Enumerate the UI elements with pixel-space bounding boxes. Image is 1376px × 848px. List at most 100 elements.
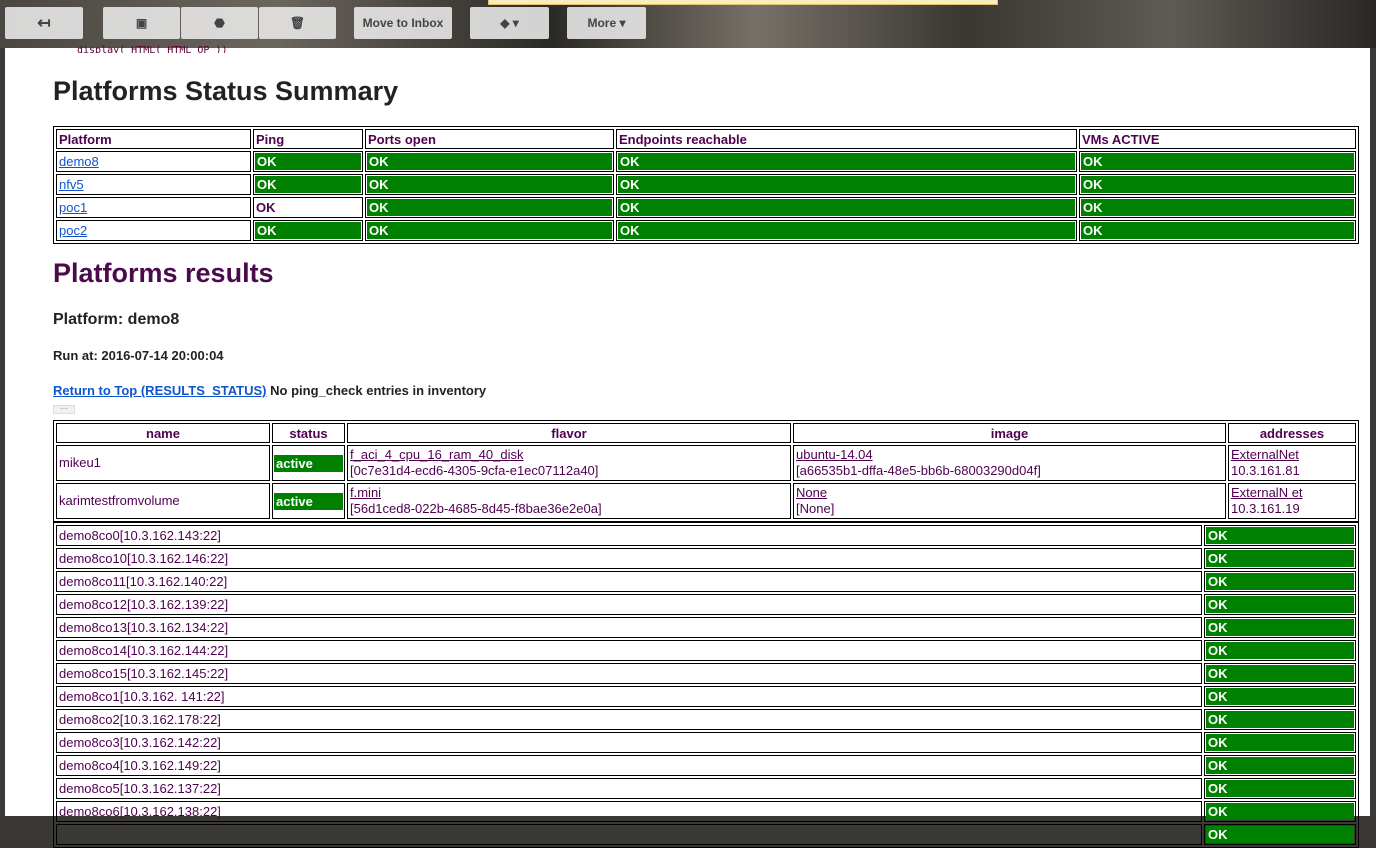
host-status: OK <box>1204 548 1356 569</box>
ok-badge: OK <box>1206 757 1354 774</box>
table-row: demo8co2[10.3.162.178:22] OK <box>56 709 1356 730</box>
table-row: nfv5 OK OK OK OK <box>56 174 1356 195</box>
ports-cell: OK <box>365 151 614 172</box>
ok-badge: OK <box>367 199 612 216</box>
host-status: OK <box>1204 755 1356 776</box>
col-platform: Platform <box>56 129 251 149</box>
col-endpoints: Endpoints reachable <box>616 129 1077 149</box>
platform-link[interactable]: demo8 <box>59 154 99 169</box>
reply-button[interactable]: ↤ <box>5 7 83 39</box>
col-flavor: flavor <box>347 423 791 443</box>
host-name: demo8co15[10.3.162.145:22] <box>56 663 1202 684</box>
ok-badge: OK <box>1206 688 1354 705</box>
col-status: status <box>272 423 345 443</box>
vm-name: mikeu1 <box>56 445 270 481</box>
return-to-top-link[interactable]: Return to Top (RESULTS_STATUS) <box>53 383 267 398</box>
more-label: More <box>587 16 617 30</box>
ping-cell: OK <box>253 151 363 172</box>
trash-icon: 🗑 <box>289 16 306 30</box>
host-name <box>56 824 1202 845</box>
ok-badge: OK <box>367 222 612 239</box>
ok-badge: OK <box>1206 573 1354 590</box>
platform-link[interactable]: poc1 <box>59 200 87 215</box>
table-row: poc2 OK OK OK OK <box>56 220 1356 241</box>
archive-icon: ▣ <box>135 16 148 30</box>
report-spam-button[interactable]: ⬣ <box>181 7 258 39</box>
host-name: demo8co11[10.3.162.140:22] <box>56 571 1202 592</box>
summary-table: Platform Ping Ports open Endpoints reach… <box>53 126 1359 244</box>
platform-heading: Platform: demo8 <box>53 311 180 328</box>
network-link[interactable]: ExternalN et <box>1231 485 1303 500</box>
ok-badge: OK <box>1206 527 1354 544</box>
col-addresses: addresses <box>1228 423 1356 443</box>
host-status: OK <box>1204 778 1356 799</box>
table-row: demo8co3[10.3.162.142:22] OK <box>56 732 1356 753</box>
host-name: demo8co12[10.3.162.139:22] <box>56 594 1202 615</box>
host-status: OK <box>1204 732 1356 753</box>
ok-badge: OK <box>255 222 361 239</box>
image-id: [a66535b1-dffa-48e5-bb6b-68003290d04f] <box>796 463 1041 478</box>
ok-badge: OK <box>1081 176 1354 193</box>
host-name: demo8co5[10.3.162.137:22] <box>56 778 1202 799</box>
ping-cell: OK <box>253 174 363 195</box>
platform-cell: poc1 <box>56 197 251 218</box>
email-body: display( HTML( HTML_OP )) Platforms Stat… <box>5 45 1370 848</box>
host-status: OK <box>1204 525 1356 546</box>
ping-cell: OK <box>253 220 363 241</box>
archive-button[interactable]: ▣ <box>103 7 180 39</box>
host-status: OK <box>1204 663 1356 684</box>
platform-cell: poc2 <box>56 220 251 241</box>
network-link[interactable]: ExternalNet <box>1231 447 1299 462</box>
ok-badge: OK <box>367 153 612 170</box>
ok-badge: OK <box>1206 734 1354 751</box>
delete-button[interactable]: 🗑 <box>259 7 336 39</box>
host-status: OK <box>1204 617 1356 638</box>
reply-icon: ↤ <box>37 15 51 32</box>
vms-cell: OK <box>1079 174 1356 195</box>
table-row: demo8co11[10.3.162.140:22] OK <box>56 571 1356 592</box>
table-row: demo8co15[10.3.162.145:22] OK <box>56 663 1356 684</box>
code-snippet: display( HTML( HTML_OP )) <box>77 45 228 53</box>
image-link[interactable]: None <box>796 485 827 500</box>
platform-cell: nfv5 <box>56 174 251 195</box>
ip-address: 10.3.161.19 <box>1231 501 1300 516</box>
vm-image: None [None] <box>793 483 1226 519</box>
host-name: demo8co13[10.3.162.134:22] <box>56 617 1202 638</box>
endpoints-cell: OK <box>616 174 1077 195</box>
table-row: demo8co4[10.3.162.149:22] OK <box>56 755 1356 776</box>
platform-link[interactable]: poc2 <box>59 223 87 238</box>
flavor-link[interactable]: f.mini <box>350 485 381 500</box>
table-row: demo8co10[10.3.162.146:22] OK <box>56 548 1356 569</box>
vm-image: ubuntu-14.04 [a66535b1-dffa-48e5-bb6b-680… <box>793 445 1226 481</box>
labels-button[interactable]: ◆ ▾ <box>470 7 549 39</box>
host-name: demo8co2[10.3.162.178:22] <box>56 709 1202 730</box>
image-link[interactable]: ubuntu-14.04 <box>796 447 873 462</box>
ok-badge: OK <box>1206 711 1354 728</box>
show-trimmed-button[interactable]: ··· <box>53 405 75 414</box>
table-row: mikeu1 active f_aci_4_cpu_16_ram_40_disk [0… <box>56 445 1356 481</box>
vm-flavor: f.mini [56d1ced8-022b-4685-8d45-f8bae36e2… <box>347 483 791 519</box>
flavor-id: [0c7e31d4-ecd6-4305-9cfa-e1ec07112a40] <box>350 463 599 478</box>
ok-badge: OK <box>255 153 361 170</box>
ok-badge: OK <box>1206 642 1354 659</box>
col-image: image <box>793 423 1226 443</box>
vm-flavor: f_aci_4_cpu_16_ram_40_disk [0c7e31d4-ecd6… <box>347 445 791 481</box>
flavor-link[interactable]: f_aci_4_cpu_16_ram_40_disk <box>350 447 523 462</box>
return-line: Return to Top (RESULTS_STATUS) No ping_c… <box>53 383 486 398</box>
more-button[interactable]: More ▾ <box>567 7 646 39</box>
platform-cell: demo8 <box>56 151 251 172</box>
ok-badge: OK <box>1206 596 1354 613</box>
table-row: demo8co0[10.3.162.143:22] OK <box>56 525 1356 546</box>
col-ping: Ping <box>253 129 363 149</box>
ip-address: 10.3.161.81 <box>1231 463 1300 478</box>
flavor-id: [56d1ced8-022b-4685-8d45-f8bae36e2e0a] <box>350 501 602 516</box>
host-name: demo8co10[10.3.162.146:22] <box>56 548 1202 569</box>
table-header-row: Platform Ping Ports open Endpoints reach… <box>56 129 1356 149</box>
host-status: OK <box>1204 640 1356 661</box>
vm-addresses: ExternalNet 10.3.161.81 <box>1228 445 1356 481</box>
table-row: poc1 OK OK OK OK <box>56 197 1356 218</box>
host-name: demo8co6[10.3.162.138:22] <box>56 801 1202 822</box>
move-to-inbox-button[interactable]: Move to Inbox <box>354 7 452 39</box>
vms-cell: OK <box>1079 151 1356 172</box>
platform-link[interactable]: nfv5 <box>59 177 84 192</box>
